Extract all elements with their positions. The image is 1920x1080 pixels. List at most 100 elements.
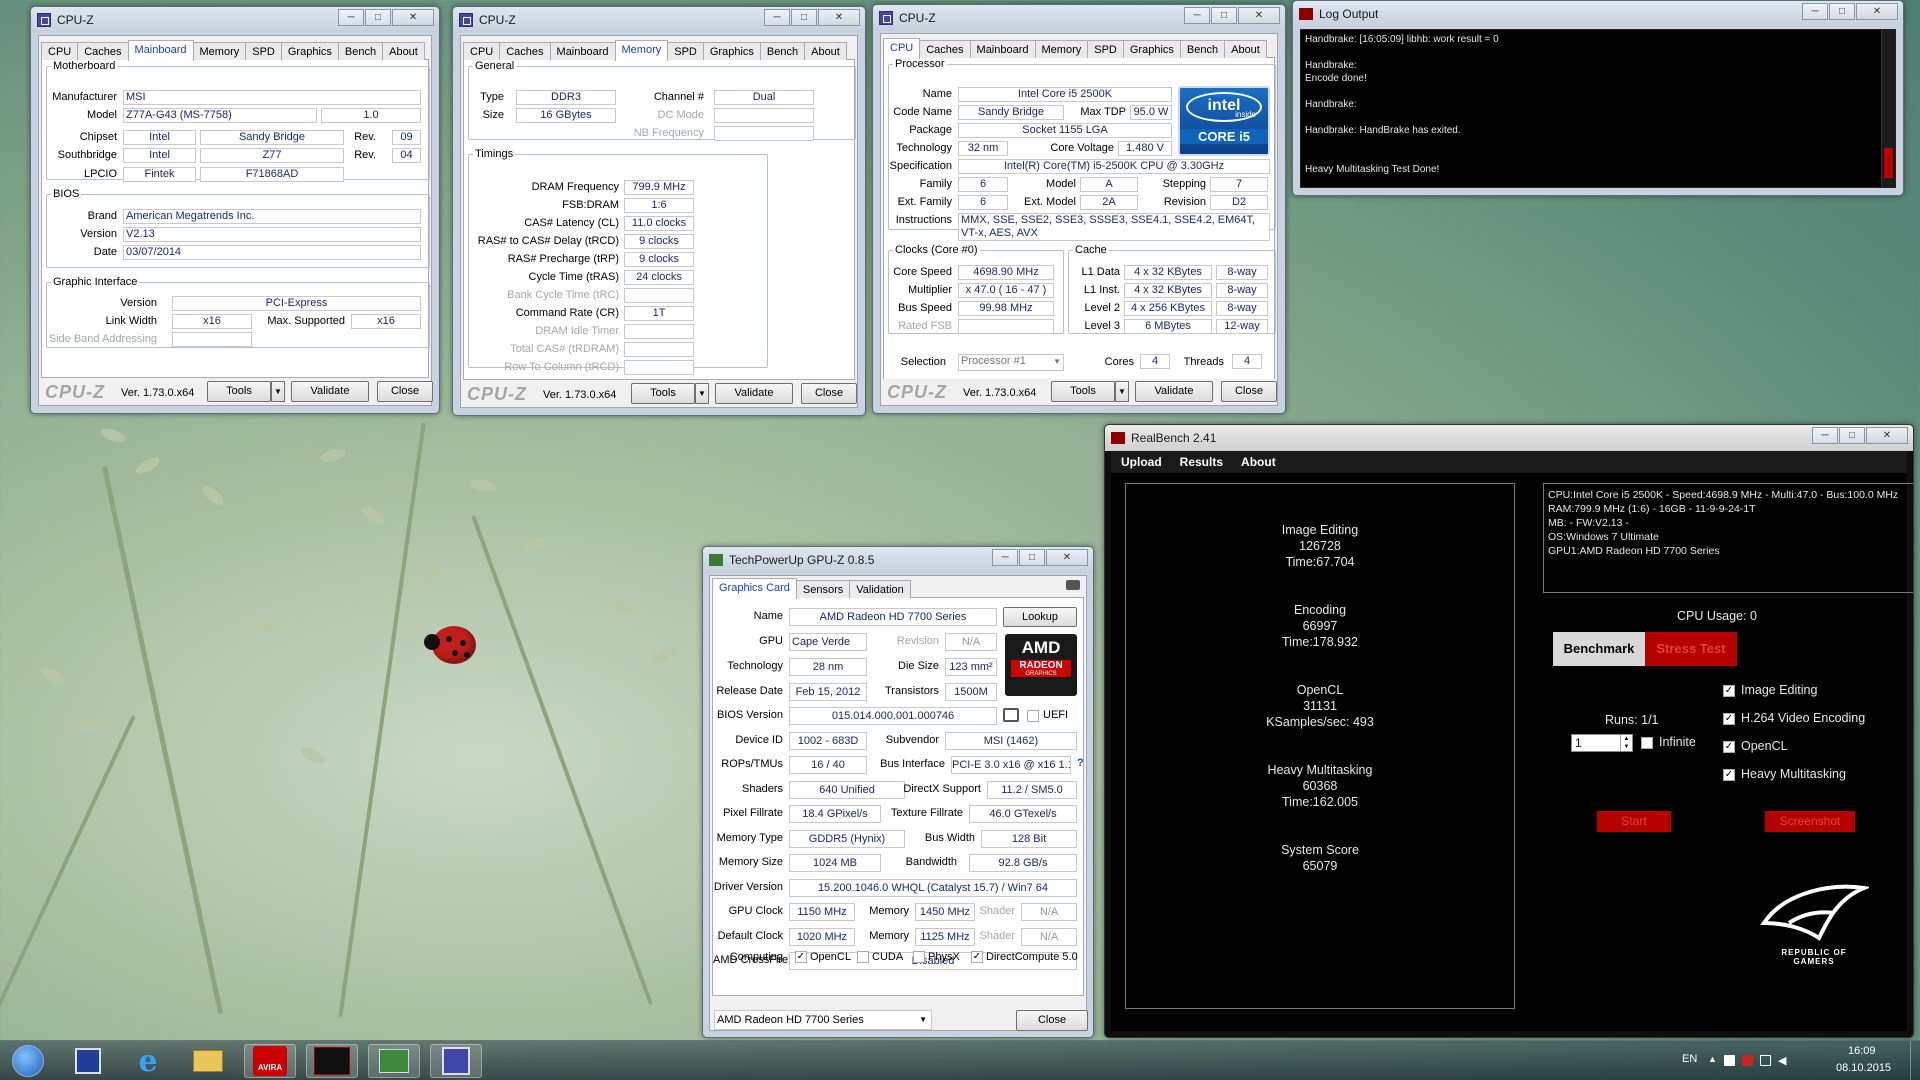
tab-graphics[interactable]: Graphics bbox=[1122, 40, 1181, 59]
spinner-icon[interactable]: ▲ ▼ bbox=[1620, 735, 1632, 751]
close-button[interactable]: Close bbox=[377, 381, 433, 402]
close-window-button[interactable]: ✕ bbox=[1046, 549, 1088, 566]
screenshot-button[interactable]: Screenshot bbox=[1765, 811, 1855, 832]
minimize-button[interactable]: ─ bbox=[1802, 3, 1828, 20]
stress-test-tab[interactable]: Stress Test bbox=[1645, 632, 1737, 666]
realbench-taskbar-icon[interactable] bbox=[306, 1044, 358, 1078]
tab-memory[interactable]: Memory bbox=[1034, 40, 1089, 59]
tab-about[interactable]: About bbox=[804, 42, 847, 61]
gpuz-taskbar-icon[interactable] bbox=[368, 1044, 420, 1078]
tab-graphics[interactable]: Graphics bbox=[280, 42, 339, 61]
flag-icon[interactable] bbox=[1724, 1055, 1735, 1066]
camera-icon[interactable] bbox=[1066, 580, 1080, 590]
close-window-button[interactable]: ✕ bbox=[1238, 7, 1280, 24]
tab-cpu[interactable]: CPU bbox=[883, 38, 921, 59]
validate-button[interactable]: Validate bbox=[291, 381, 369, 402]
tab-spd[interactable]: SPD bbox=[245, 42, 282, 61]
test-checkbox[interactable]: ✓ bbox=[1723, 741, 1735, 753]
test-checkbox[interactable]: ✓ bbox=[1723, 713, 1735, 725]
language-indicator[interactable]: EN bbox=[1682, 1053, 1697, 1065]
validate-button[interactable]: Validate bbox=[1135, 381, 1213, 402]
start-button-orb[interactable] bbox=[4, 1044, 52, 1078]
share-icon[interactable] bbox=[1003, 708, 1019, 722]
tab-bench[interactable]: Bench bbox=[759, 42, 806, 61]
clock-time[interactable]: 16:09 bbox=[1848, 1045, 1876, 1057]
cpuz-taskbar-icon[interactable] bbox=[430, 1044, 482, 1078]
tools-button[interactable]: Tools bbox=[207, 381, 271, 402]
show-desktop-button[interactable] bbox=[1910, 1041, 1920, 1080]
close-window-button[interactable]: ✕ bbox=[818, 9, 860, 26]
minimize-button[interactable]: ─ bbox=[1812, 427, 1838, 444]
tab-caches[interactable]: Caches bbox=[77, 42, 129, 61]
uefi-checkbox[interactable] bbox=[1027, 710, 1039, 722]
cpuz-cpu-titlebar[interactable]: CPU-Z ─ □ ✕ bbox=[873, 5, 1285, 31]
gpuz-close-button[interactable]: Close bbox=[1016, 1010, 1088, 1031]
physx-checkbox[interactable] bbox=[913, 951, 925, 963]
tab-memory[interactable]: Memory bbox=[614, 40, 669, 61]
gpuz-titlebar[interactable]: TechPowerUp GPU-Z 0.8.5 ─ □ ✕ bbox=[703, 547, 1093, 573]
clock-date[interactable]: 08.10.2015 bbox=[1836, 1062, 1891, 1074]
power-icon[interactable] bbox=[1760, 1055, 1771, 1066]
cpuz-memory-titlebar[interactable]: CPU-Z ─ □ ✕ bbox=[453, 7, 865, 33]
tab-bench[interactable]: Bench bbox=[337, 42, 384, 61]
menu-upload[interactable]: Upload bbox=[1121, 455, 1162, 469]
tab-mainboard[interactable]: Mainboard bbox=[549, 42, 616, 61]
tab-caches[interactable]: Caches bbox=[499, 42, 551, 61]
tab-graphics[interactable]: Graphics bbox=[702, 42, 761, 61]
menu-about[interactable]: About bbox=[1241, 455, 1276, 469]
avira-icon[interactable]: AVIRA bbox=[244, 1044, 296, 1078]
maximize-button[interactable]: □ bbox=[1019, 549, 1045, 566]
tab-memory[interactable]: Memory bbox=[192, 42, 247, 61]
tools-button[interactable]: Tools bbox=[1051, 381, 1115, 402]
benchmark-tab[interactable]: Benchmark bbox=[1553, 632, 1645, 666]
tab-bench[interactable]: Bench bbox=[1179, 40, 1226, 59]
file-explorer-icon[interactable] bbox=[182, 1044, 234, 1078]
tab-mainboard[interactable]: Mainboard bbox=[127, 40, 194, 61]
log-scrollbar[interactable] bbox=[1881, 30, 1895, 187]
tab-spd[interactable]: SPD bbox=[1087, 40, 1124, 59]
close-window-button[interactable]: ✕ bbox=[1866, 427, 1908, 444]
tools-dropdown[interactable]: ▼ bbox=[695, 383, 709, 404]
close-window-button[interactable]: ✕ bbox=[392, 9, 434, 26]
realbench-titlebar[interactable]: RealBench 2.41 ─ □ ✕ bbox=[1105, 425, 1913, 451]
tab-cpu[interactable]: CPU bbox=[41, 42, 79, 61]
menu-results[interactable]: Results bbox=[1180, 455, 1223, 469]
maximize-button[interactable]: □ bbox=[1211, 7, 1237, 24]
volume-icon[interactable]: ◀ bbox=[1778, 1054, 1786, 1067]
test-checkbox[interactable]: ✓ bbox=[1723, 685, 1735, 697]
minimize-button[interactable]: ─ bbox=[338, 9, 364, 26]
maximize-button[interactable]: □ bbox=[1829, 3, 1855, 20]
cpuz-mainboard-titlebar[interactable]: CPU-Z ─ □ ✕ bbox=[31, 7, 439, 33]
close-button[interactable]: Close bbox=[1221, 381, 1277, 402]
processor-select[interactable]: Processor #1 ▼ bbox=[958, 354, 1064, 371]
tab-mainboard[interactable]: Mainboard bbox=[969, 40, 1036, 59]
show-hidden-icons-icon[interactable]: ▲ bbox=[1708, 1054, 1717, 1064]
start-button[interactable]: Start bbox=[1597, 811, 1671, 832]
help-icon[interactable]: ? bbox=[1077, 757, 1084, 769]
tools-dropdown[interactable]: ▼ bbox=[1115, 381, 1129, 402]
network-error-icon[interactable] bbox=[1742, 1055, 1753, 1066]
log-output-titlebar[interactable]: Log Output ─ □ ✕ bbox=[1293, 1, 1903, 27]
maximize-button[interactable]: □ bbox=[365, 9, 391, 26]
runs-input[interactable]: 1 ▲ ▼ bbox=[1571, 734, 1633, 752]
tools-dropdown[interactable]: ▼ bbox=[271, 381, 285, 402]
tab-caches[interactable]: Caches bbox=[919, 40, 971, 59]
opencl-checkbox[interactable]: ✓ bbox=[795, 951, 807, 963]
tab-spd[interactable]: SPD bbox=[667, 42, 704, 61]
tab-cpu[interactable]: CPU bbox=[463, 42, 501, 61]
internet-explorer-icon[interactable]: e bbox=[122, 1044, 174, 1079]
test-checkbox[interactable]: ✓ bbox=[1723, 769, 1735, 781]
minimize-button[interactable]: ─ bbox=[764, 9, 790, 26]
gpu-select-dropdown[interactable]: AMD Radeon HD 7700 Series ▼ bbox=[714, 1010, 932, 1030]
minimize-button[interactable]: ─ bbox=[1184, 7, 1210, 24]
close-window-button[interactable]: ✕ bbox=[1856, 3, 1898, 20]
tools-button[interactable]: Tools bbox=[631, 383, 695, 404]
directcompute-checkbox[interactable]: ✓ bbox=[971, 951, 983, 963]
infinite-checkbox[interactable] bbox=[1641, 737, 1653, 749]
tab-sensors[interactable]: Sensors bbox=[795, 580, 851, 599]
minimize-button[interactable]: ─ bbox=[992, 549, 1018, 566]
lookup-button[interactable]: Lookup bbox=[1003, 607, 1077, 627]
close-button[interactable]: Close bbox=[801, 383, 857, 404]
tab-validation[interactable]: Validation bbox=[849, 580, 911, 599]
cuda-checkbox[interactable] bbox=[857, 951, 869, 963]
